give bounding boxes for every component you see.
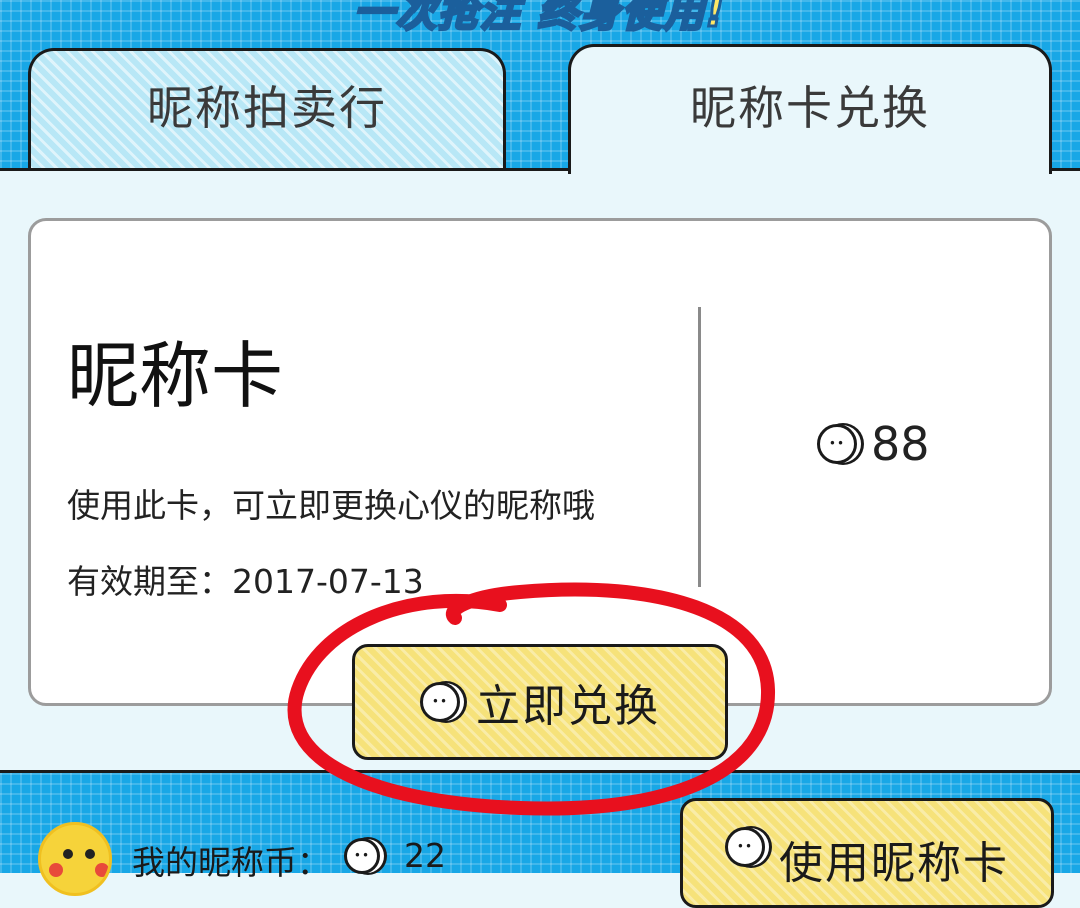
tab-nickname-card-exchange[interactable]: 昵称卡兑换 (568, 44, 1052, 174)
card-price: 88 (817, 417, 930, 471)
redeem-label: 立即兑换 (476, 681, 660, 732)
avatar-cheek (49, 863, 63, 877)
tab-nickname-auction[interactable]: 昵称拍卖行 (28, 48, 506, 170)
card-expiry: 有效期至：2017-07-13 (67, 562, 424, 601)
card-description: 使用此卡，可立即更换心仪的昵称哦 (67, 486, 595, 525)
price-value: 88 (871, 417, 930, 471)
card-title: 昵称卡 (67, 334, 284, 418)
my-coins-label: 我的昵称币： (132, 843, 330, 882)
avatar-eye (85, 849, 95, 859)
tab-label: 昵称拍卖行 (147, 80, 387, 135)
use-nickname-card-button[interactable]: 使用昵称卡 (680, 798, 1054, 908)
coin-icon (420, 682, 460, 722)
pikachu-avatar (38, 822, 112, 896)
nickname-card-item: 昵称卡 使用此卡，可立即更换心仪的昵称哦 有效期至：2017-07-13 88 (28, 218, 1052, 706)
banner-slogan: 一次抢注 终身使用! (352, 0, 727, 38)
coin-icon (725, 827, 765, 867)
coin-icon (817, 424, 857, 464)
avatar-eye (63, 849, 73, 859)
my-coins-value: 22 (404, 836, 446, 875)
use-card-label: 使用昵称卡 (779, 838, 1009, 889)
redeem-now-button[interactable]: 立即兑换 (352, 644, 728, 760)
tab-label: 昵称卡兑换 (690, 80, 930, 135)
card-divider (698, 307, 701, 587)
coin-icon (344, 838, 380, 874)
avatar-cheek (95, 863, 109, 877)
